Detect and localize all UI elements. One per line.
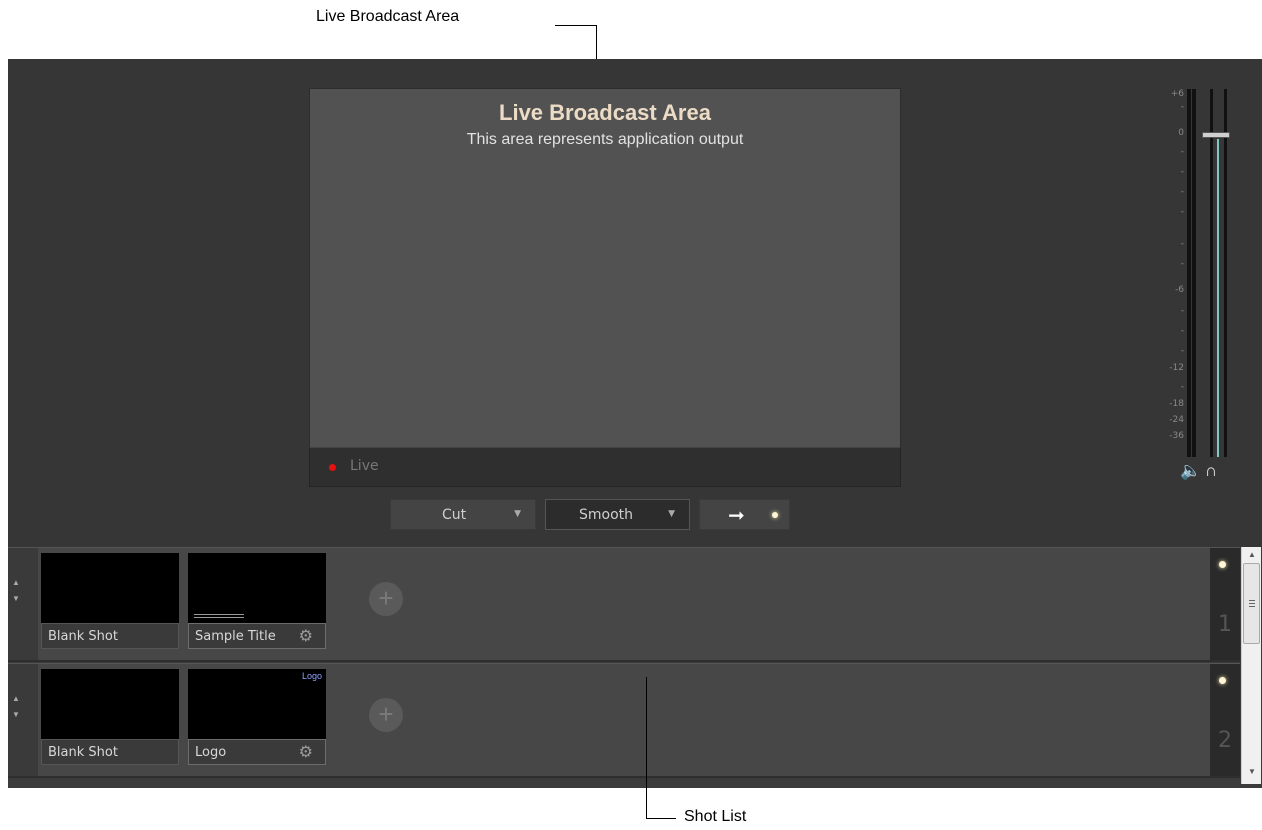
- meter-tick-label: -36: [1169, 431, 1184, 441]
- meter-tick-label: -: [1180, 346, 1184, 356]
- scroll-up-icon[interactable]: ▲: [1248, 550, 1256, 559]
- transition-speed-label: Smooth: [579, 507, 634, 523]
- meter-scale: +6 - 0 - - - - - - -6 - - - -12 - -18 -2…: [1160, 89, 1184, 457]
- meter-bar-left: [1187, 89, 1191, 457]
- meter-tick-label: +6: [1170, 89, 1184, 99]
- meter-tick-label: -: [1180, 239, 1184, 249]
- meter-tick-label: -24: [1169, 415, 1184, 425]
- callout-live-broadcast-area: Live Broadcast Area: [316, 8, 460, 25]
- shot-thumbnail: Logo: [188, 669, 326, 739]
- fader-rail-right: [1224, 89, 1227, 457]
- live-status-label: Live: [350, 458, 379, 474]
- shot-row: ▲ ▼ Blank Shot Logo Logo ⚙ + 2: [8, 663, 1240, 778]
- row-number-column: 1: [1210, 548, 1240, 660]
- transition-indicator-dot: [772, 512, 778, 518]
- meter-tick-label: -: [1180, 207, 1184, 217]
- callout-shot-list: Shot List: [684, 808, 747, 825]
- chevron-down-icon: ▼: [514, 509, 521, 519]
- callout-line-vertical: [646, 677, 647, 819]
- live-status-bar: Live: [309, 447, 901, 487]
- grip-icon: [1249, 600, 1255, 609]
- shot-row: ▲ ▼ Blank Shot Sample Title ⚙ + 1: [8, 547, 1240, 662]
- preview-title: Live Broadcast Area: [499, 100, 711, 125]
- preview-subtitle: This area represents application output: [466, 131, 744, 148]
- shot-sample-title[interactable]: Sample Title ⚙: [188, 553, 326, 651]
- go-transition-button[interactable]: ➞: [699, 499, 790, 530]
- shot-label: Sample Title: [195, 629, 276, 644]
- live-indicator-dot: [329, 464, 336, 471]
- chevron-down-icon: ▼: [668, 509, 675, 519]
- row-reorder-arrows[interactable]: ▲ ▼: [8, 664, 38, 776]
- row-reorder-arrows[interactable]: ▲ ▼: [8, 548, 38, 660]
- right-arrow-icon: ➞: [728, 503, 745, 527]
- meter-tick-label: -: [1180, 167, 1184, 177]
- shot-list: ▲ ▼ Blank Shot Sample Title ⚙ + 1 ▲ ▼ Bl…: [8, 547, 1262, 788]
- move-up-icon[interactable]: ▲: [12, 694, 20, 703]
- meter-tick-label: -12: [1169, 363, 1184, 373]
- callout-line-horizontal: [555, 25, 597, 26]
- speaker-icon[interactable]: 🔈: [1180, 461, 1201, 481]
- shot-list-scrollbar[interactable]: ▲ ▼: [1241, 547, 1261, 784]
- shot-logo[interactable]: Logo Logo ⚙: [188, 669, 326, 767]
- meter-tick-label: -: [1180, 306, 1184, 316]
- shot-thumbnail: [188, 553, 326, 623]
- title-preview-text: [194, 614, 244, 620]
- add-shot-button[interactable]: +: [369, 582, 403, 616]
- logo-overlay-text: Logo: [301, 671, 322, 681]
- row-number: 1: [1218, 612, 1232, 637]
- volume-fader-knob[interactable]: [1202, 132, 1230, 138]
- shot-thumbnail: [41, 553, 179, 623]
- meter-tick-label: -: [1180, 147, 1184, 157]
- move-down-icon[interactable]: ▼: [12, 594, 20, 603]
- row-live-dot: [1219, 677, 1226, 684]
- shot-thumbnail: [41, 669, 179, 739]
- app-window: Live Broadcast Area This area represents…: [8, 59, 1262, 788]
- fader-rail-left: [1210, 89, 1213, 457]
- shot-label: Logo: [195, 745, 227, 760]
- shot-caption: Logo ⚙: [188, 739, 326, 765]
- fader-level-line: [1217, 139, 1219, 457]
- shot-blank[interactable]: Blank Shot: [41, 553, 179, 651]
- shot-caption: Blank Shot: [41, 623, 179, 649]
- transition-speed-dropdown[interactable]: Smooth ▼: [545, 499, 690, 530]
- meter-bar-right: [1192, 89, 1196, 457]
- gear-icon[interactable]: ⚙: [299, 626, 313, 645]
- scrollbar-thumb[interactable]: [1243, 563, 1260, 644]
- move-down-icon[interactable]: ▼: [12, 710, 20, 719]
- meter-tick-label: 0: [1178, 128, 1184, 138]
- shot-label: Blank Shot: [48, 745, 118, 760]
- gear-icon[interactable]: ⚙: [299, 742, 313, 761]
- shot-label: Blank Shot: [48, 629, 118, 644]
- transition-mode-label: Cut: [442, 507, 467, 523]
- headphones-icon[interactable]: ∩: [1205, 461, 1217, 481]
- shot-caption: Sample Title ⚙: [188, 623, 326, 649]
- meter-tick-label: -18: [1169, 399, 1184, 409]
- meter-tick-label: -: [1180, 326, 1184, 336]
- scroll-down-icon[interactable]: ▼: [1248, 767, 1256, 776]
- add-shot-button[interactable]: +: [369, 698, 403, 732]
- move-up-icon[interactable]: ▲: [12, 578, 20, 587]
- meter-tick-label: -: [1180, 382, 1184, 392]
- callout-line-horizontal: [646, 818, 676, 819]
- row-live-dot: [1219, 561, 1226, 568]
- meter-tick-label: -6: [1175, 285, 1184, 295]
- row-number: 2: [1218, 728, 1232, 753]
- shot-blank[interactable]: Blank Shot: [41, 669, 179, 767]
- live-broadcast-preview: Live Broadcast Area This area represents…: [309, 88, 901, 487]
- row-number-column: 2: [1210, 664, 1240, 776]
- meter-tick-label: -: [1180, 259, 1184, 269]
- transition-mode-dropdown[interactable]: Cut ▼: [390, 499, 536, 530]
- meter-tick-label: -: [1180, 187, 1184, 197]
- meter-tick-label: -: [1180, 102, 1184, 112]
- shot-caption: Blank Shot: [41, 739, 179, 765]
